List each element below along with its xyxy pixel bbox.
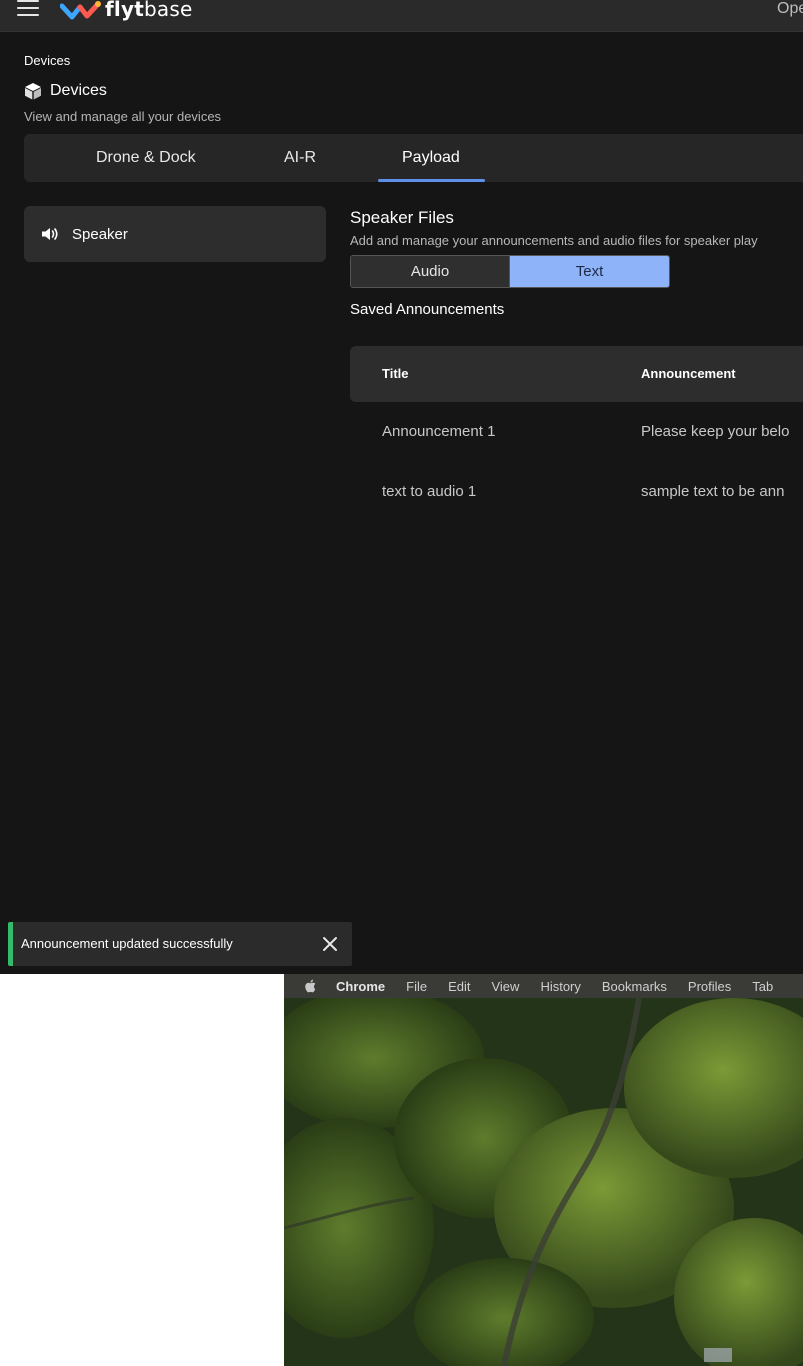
sidebar-item-label: Speaker — [72, 225, 128, 243]
flytbase-logo[interactable]: flytbase — [60, 0, 192, 21]
speaker-icon — [42, 228, 58, 240]
table-row[interactable]: text to audio 1 sample text to be ann — [350, 462, 803, 522]
menu-profiles[interactable]: Profiles — [688, 979, 731, 994]
desktop-screenshot: Chrome File Edit View History Bookmarks … — [284, 974, 803, 1366]
row-announcement-cell: Please keep your belo — [641, 423, 790, 440]
saved-announcements-heading: Saved Announcements — [350, 301, 505, 318]
blank-area — [0, 974, 284, 1366]
breadcrumb[interactable]: Devices — [24, 53, 70, 68]
tab-payload[interactable]: Payload — [402, 134, 460, 182]
menu-icon[interactable] — [17, 0, 39, 18]
menu-chrome[interactable]: Chrome — [336, 979, 385, 994]
audio-segment-button[interactable]: Audio — [351, 256, 510, 287]
section-subtitle: Add and manage your announcements and au… — [350, 233, 758, 248]
logo-mark-icon — [60, 1, 101, 20]
menu-history[interactable]: History — [540, 979, 580, 994]
toast-message: Announcement updated successfully — [21, 936, 233, 951]
topbar-right-label[interactable]: Ope — [777, 0, 803, 18]
close-icon[interactable] — [321, 935, 339, 953]
table-row[interactable]: Announcement 1 Please keep your belo — [350, 402, 803, 462]
table-header: Title Announcement — [350, 346, 803, 402]
tab-drone-dock[interactable]: Drone & Dock — [96, 134, 196, 182]
page-title-row: Devices — [24, 82, 107, 100]
toast-status-bar — [8, 922, 13, 966]
success-toast: Announcement updated successfully — [8, 922, 352, 966]
logo-text: flytbase — [105, 0, 193, 21]
row-title-cell: text to audio 1 — [382, 483, 477, 500]
page-title: Devices — [50, 82, 107, 99]
apple-icon[interactable] — [304, 978, 318, 994]
menu-bookmarks[interactable]: Bookmarks — [602, 979, 667, 994]
cube-icon — [25, 83, 41, 100]
aerial-forest-image — [284, 998, 803, 1366]
text-segment-button[interactable]: Text — [510, 256, 669, 287]
active-tab-indicator — [378, 179, 485, 182]
menu-view[interactable]: View — [491, 979, 519, 994]
column-header-title[interactable]: Title — [382, 346, 409, 402]
file-type-toggle: Audio Text — [350, 255, 670, 288]
top-bar: flytbase Ope — [0, 0, 803, 32]
page-subtitle: View and manage all your devices — [24, 109, 222, 124]
row-title-cell: Announcement 1 — [382, 423, 496, 440]
section-title: Speaker Files — [350, 208, 454, 227]
device-tabs: Drone & Dock AI-R Payload — [24, 134, 803, 182]
menu-file[interactable]: File — [406, 979, 427, 994]
menu-edit[interactable]: Edit — [448, 979, 470, 994]
tab-ai-r[interactable]: AI-R — [284, 134, 316, 182]
menu-tab[interactable]: Tab — [752, 979, 773, 994]
mac-menubar: Chrome File Edit View History Bookmarks … — [284, 974, 803, 998]
column-header-announcement[interactable]: Announcement — [641, 346, 736, 402]
devices-app: flytbase Ope Devices Devices View and ma… — [0, 0, 803, 974]
sidebar-item-speaker[interactable]: Speaker — [24, 206, 326, 262]
row-announcement-cell: sample text to be ann — [641, 483, 785, 500]
